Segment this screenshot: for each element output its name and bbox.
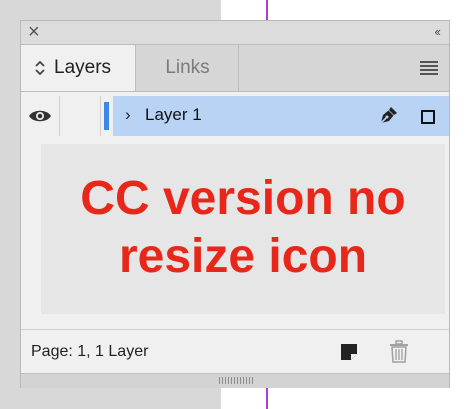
layers-panel: × ‹‹ Layers Links › Layer 1 CC version n… (20, 20, 450, 388)
layer-name-label: Layer 1 (145, 105, 202, 124)
tab-links[interactable]: Links (137, 45, 239, 91)
hamburger-menu-icon[interactable] (420, 61, 438, 75)
status-text: Page: 1, 1 Layer (31, 343, 149, 360)
lock-toggle[interactable] (60, 96, 101, 136)
trash-icon[interactable] (388, 340, 410, 364)
double-chevron-left-icon[interactable]: ‹‹ (434, 24, 441, 39)
annotation-line-1: CC version no (80, 172, 406, 225)
new-layer-icon[interactable] (339, 342, 359, 362)
close-icon[interactable]: × (28, 22, 40, 42)
visibility-toggle[interactable] (21, 96, 60, 136)
panel-titlebar[interactable]: × ‹‹ (21, 21, 449, 45)
app-canvas: × ‹‹ Layers Links › Layer 1 CC version n… (0, 0, 474, 409)
panel-tabbar: Layers Links (21, 45, 449, 92)
layer-row[interactable]: › Layer 1 (21, 96, 449, 136)
panel-resize-bar[interactable] (21, 373, 449, 388)
layer-color-swatch (104, 102, 109, 130)
layer-name-cell[interactable]: › Layer 1 (113, 96, 449, 136)
selection-square-icon[interactable] (421, 110, 435, 124)
pen-nib-icon[interactable] (377, 105, 399, 127)
panel-footer: Page: 1, 1 Layer (21, 329, 449, 374)
tab-layers[interactable]: Layers (21, 45, 136, 91)
layers-list-area: CC version no resize icon (41, 144, 445, 314)
grip-icon[interactable] (219, 377, 253, 384)
eye-icon (29, 110, 51, 122)
tab-layers-label: Layers (54, 57, 112, 78)
tab-links-label: Links (165, 57, 210, 78)
chevron-right-icon[interactable]: › (125, 105, 131, 125)
panel-resize-chevrons-icon[interactable] (34, 59, 46, 77)
annotation-text: CC version no resize icon (41, 170, 445, 286)
annotation-line-2: resize icon (118, 230, 368, 283)
